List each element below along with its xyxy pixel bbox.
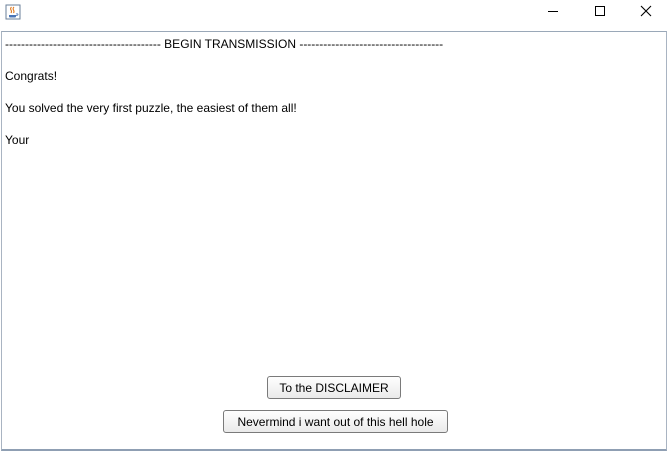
- minimize-icon: [547, 4, 559, 22]
- minimize-button[interactable]: [530, 0, 576, 26]
- disclaimer-button[interactable]: To the DISCLAIMER: [267, 376, 401, 399]
- message-line: Congrats!: [5, 69, 58, 83]
- java-coffee-cup-icon: [5, 4, 21, 20]
- message-panel: --------------------------------------- …: [1, 31, 667, 451]
- maximize-icon: [594, 4, 606, 22]
- maximize-button[interactable]: [577, 0, 623, 26]
- exit-button[interactable]: Nevermind i want out of this hell hole: [223, 410, 448, 433]
- close-button[interactable]: [623, 0, 668, 26]
- title-bar[interactable]: [0, 0, 668, 30]
- message-line: Your: [5, 133, 30, 147]
- message-line: You solved the very first puzzle, the ea…: [5, 101, 297, 115]
- transmission-header: --------------------------------------- …: [5, 37, 444, 51]
- app-window: --------------------------------------- …: [0, 0, 668, 453]
- close-icon: [640, 4, 652, 22]
